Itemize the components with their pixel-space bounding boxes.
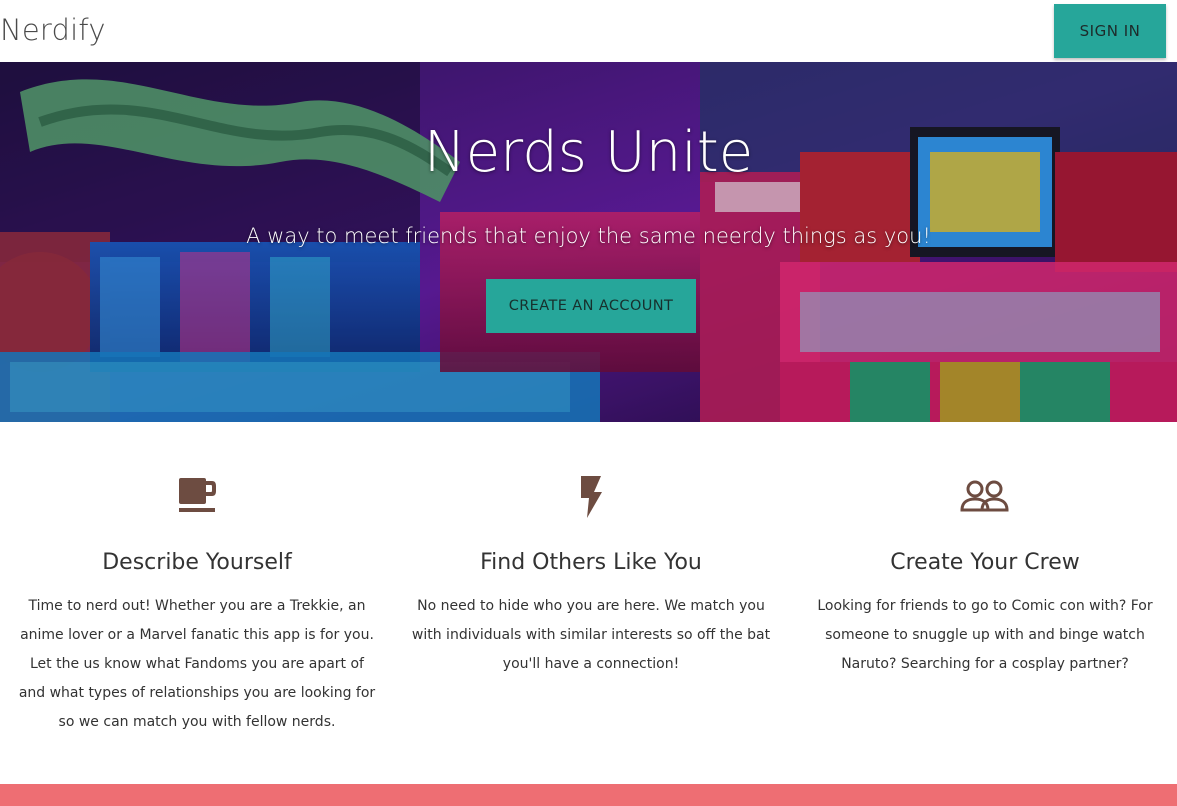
- coffee-cup-icon: [17, 474, 377, 518]
- feature-description: Time to nerd out! Whether you are a Trek…: [18, 598, 376, 730]
- feature-title: Find Others Like You: [480, 550, 702, 575]
- brand-logo[interactable]: Nerdify: [0, 13, 106, 47]
- lightning-bolt-icon: [411, 474, 771, 518]
- hero-title: Nerds Unite: [423, 120, 754, 185]
- hero-subtitle: A way to meet friends that enjoy the sam…: [246, 224, 931, 248]
- feature-description: No need to hide who you are here. We mat…: [411, 598, 771, 672]
- sign-in-button[interactable]: SIGN IN: [1054, 4, 1166, 58]
- people-group-icon: [805, 474, 1165, 518]
- feature-description: Looking for friends to go to Comic con w…: [817, 598, 1153, 672]
- navbar: Nerdify SIGN IN: [0, 0, 1177, 62]
- hero-banner: Nerds Unite A way to meet friends that e…: [0, 62, 1177, 422]
- footer-bar: [0, 784, 1177, 806]
- create-account-button[interactable]: CREATE AN ACCOUNT: [486, 279, 696, 333]
- feature-title: Describe Yourself: [102, 550, 292, 575]
- features-section: Describe Yourself Time to nerd out! Whet…: [0, 422, 1177, 784]
- feature-title: Create Your Crew: [890, 550, 1080, 575]
